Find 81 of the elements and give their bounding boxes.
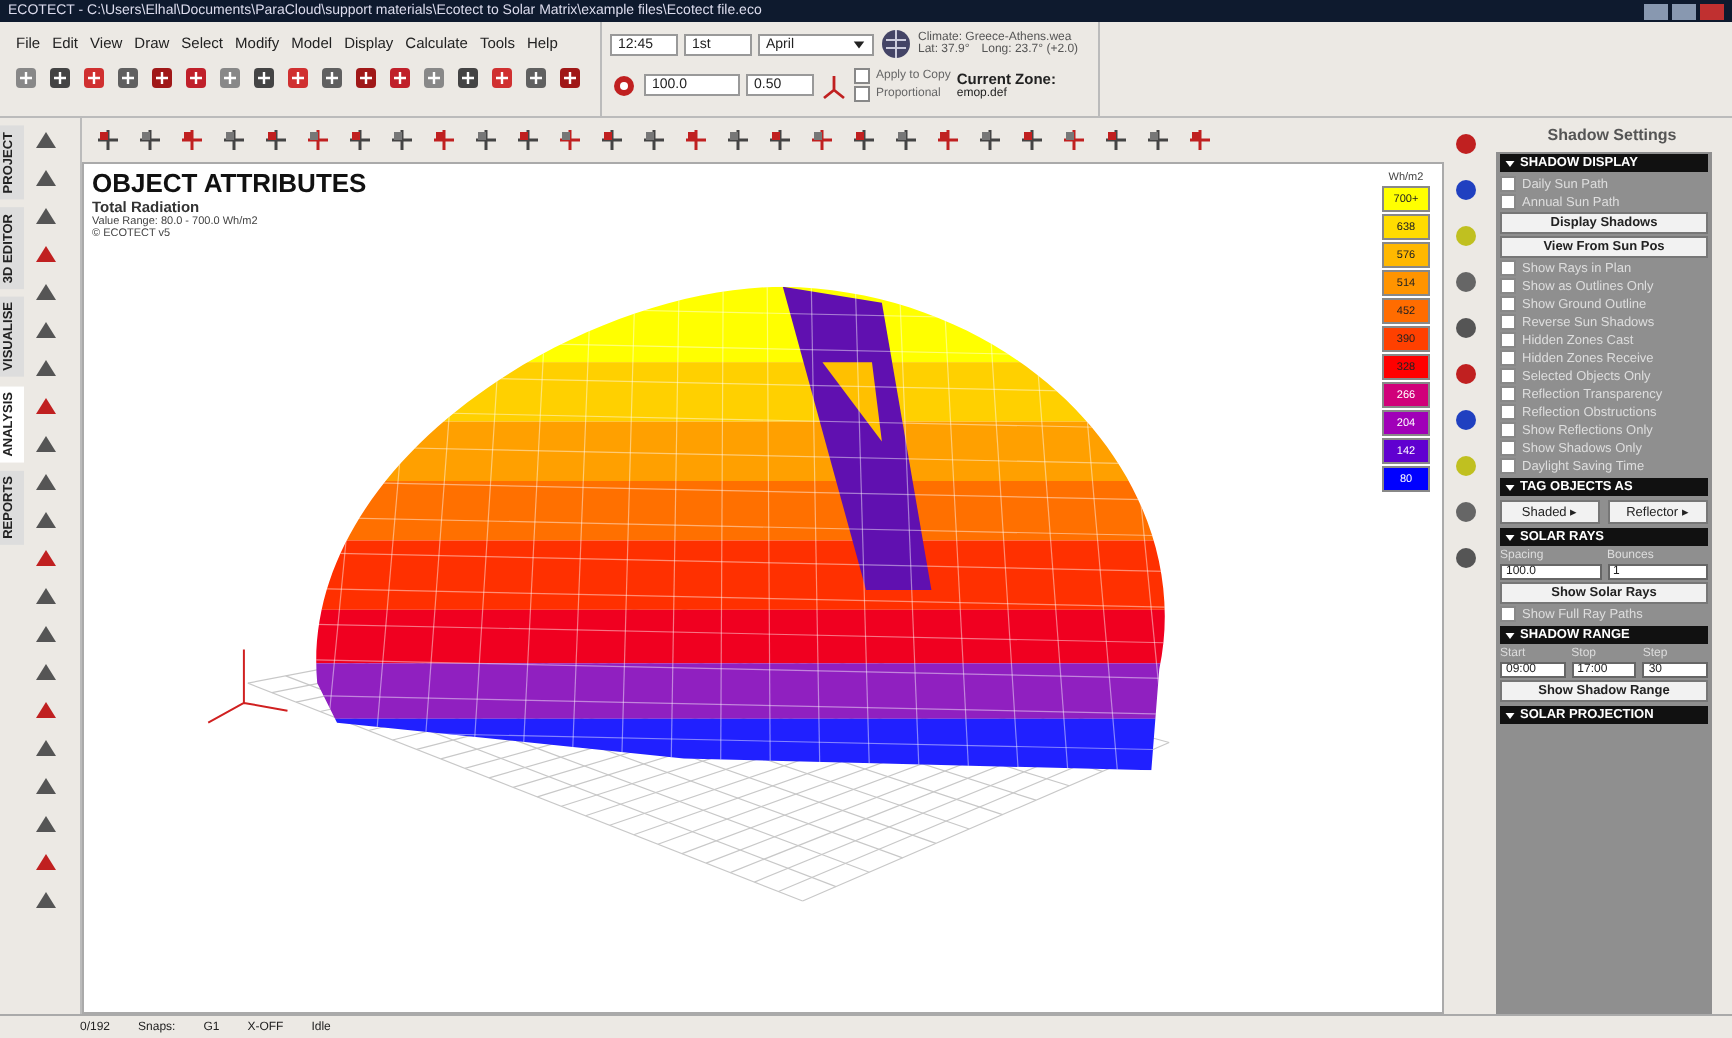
checkbox[interactable]: [1500, 194, 1516, 210]
tool-icon[interactable]: [850, 126, 878, 154]
tool-icon[interactable]: [454, 64, 482, 92]
panel-title: Shadow Settings: [1545, 124, 1679, 148]
checkbox[interactable]: [1500, 386, 1516, 402]
tool-icon[interactable]: [488, 64, 516, 92]
checkbox[interactable]: [1500, 278, 1516, 294]
tool-icon[interactable]: [682, 126, 710, 154]
tool-icon[interactable]: [1452, 176, 1480, 204]
tool-icon[interactable]: [46, 64, 74, 92]
tool-icon[interactable]: [522, 64, 550, 92]
tool-icon[interactable]: [472, 126, 500, 154]
collapse-icon[interactable]: [1504, 481, 1516, 493]
globe-icon[interactable]: [880, 28, 912, 60]
checkbox[interactable]: [1500, 296, 1516, 312]
tool-icon[interactable]: [250, 64, 278, 92]
tool-icon[interactable]: [318, 64, 346, 92]
checkbox[interactable]: [1500, 368, 1516, 384]
tool-icon[interactable]: [892, 126, 920, 154]
tool-icon[interactable]: [724, 126, 752, 154]
close-button[interactable]: [1700, 3, 1724, 19]
tool-icon[interactable]: [640, 126, 668, 154]
collapse-icon[interactable]: [1504, 629, 1516, 641]
tool-icon[interactable]: [220, 126, 248, 154]
tool-icon[interactable]: [1452, 268, 1480, 296]
tool-icon[interactable]: [148, 64, 176, 92]
checkbox[interactable]: [1500, 314, 1516, 330]
collapse-icon[interactable]: [1504, 531, 1516, 543]
tool-icon[interactable]: [808, 126, 836, 154]
maximize-button[interactable]: [1672, 3, 1696, 19]
checkbox[interactable]: [1500, 606, 1516, 622]
tool-icon[interactable]: [386, 64, 414, 92]
checkbox[interactable]: [1500, 422, 1516, 438]
tool-icon[interactable]: [1102, 126, 1130, 154]
checkbox[interactable]: [1500, 404, 1516, 420]
tool-icon[interactable]: [598, 126, 626, 154]
tool-icon[interactable]: [556, 64, 584, 92]
axes-icon: [207, 648, 289, 724]
tool-icon[interactable]: [114, 64, 142, 92]
dropdown-caret-icon[interactable]: [852, 37, 866, 51]
collapse-icon[interactable]: [1504, 157, 1516, 169]
tool-icon[interactable]: [80, 64, 108, 92]
checkbox[interactable]: [1500, 332, 1516, 348]
tool-icon[interactable]: [976, 126, 1004, 154]
tool-icon[interactable]: [284, 64, 312, 92]
tool-icon[interactable]: [262, 126, 290, 154]
checkbox[interactable]: [1500, 350, 1516, 366]
minimize-button[interactable]: [1644, 3, 1668, 19]
proportional-checkbox[interactable]: [854, 86, 870, 102]
apply-to-copy-checkbox[interactable]: [854, 68, 870, 84]
tool-icon[interactable]: [1452, 544, 1480, 572]
checkbox[interactable]: [1500, 440, 1516, 456]
collapse-icon[interactable]: [1504, 709, 1516, 721]
tool-icon[interactable]: [1452, 498, 1480, 526]
tool-icon[interactable]: [1060, 126, 1088, 154]
scale-icon[interactable]: [610, 71, 638, 99]
tool-icon[interactable]: [1452, 406, 1480, 434]
tool-icon[interactable]: [430, 126, 458, 154]
tool-icon[interactable]: [556, 126, 584, 154]
tool-icon[interactable]: [352, 64, 380, 92]
checkbox[interactable]: [1500, 260, 1516, 276]
tool-icon[interactable]: [136, 126, 164, 154]
checkbox[interactable]: [1500, 176, 1516, 192]
axes-icon[interactable]: [820, 71, 848, 99]
tool-icon[interactable]: [1144, 126, 1172, 154]
checkbox[interactable]: [1500, 458, 1516, 474]
tool-icon[interactable]: [514, 126, 542, 154]
tool-icon[interactable]: [388, 126, 416, 154]
tool-icon[interactable]: [1018, 126, 1046, 154]
view-title: OBJECT ATTRIBUTES: [92, 168, 367, 198]
tool-icon[interactable]: [1186, 126, 1214, 154]
tool-icon[interactable]: [1452, 360, 1480, 388]
tool-icon[interactable]: [934, 126, 962, 154]
tool-icon[interactable]: [94, 126, 122, 154]
tool-icon[interactable]: [304, 126, 332, 154]
tool-icon[interactable]: [766, 126, 794, 154]
tool-icon[interactable]: [1452, 314, 1480, 342]
tool-icon[interactable]: [346, 126, 374, 154]
tool-icon[interactable]: [1452, 130, 1480, 158]
tool-icon[interactable]: [182, 64, 210, 92]
tool-icon[interactable]: [178, 126, 206, 154]
